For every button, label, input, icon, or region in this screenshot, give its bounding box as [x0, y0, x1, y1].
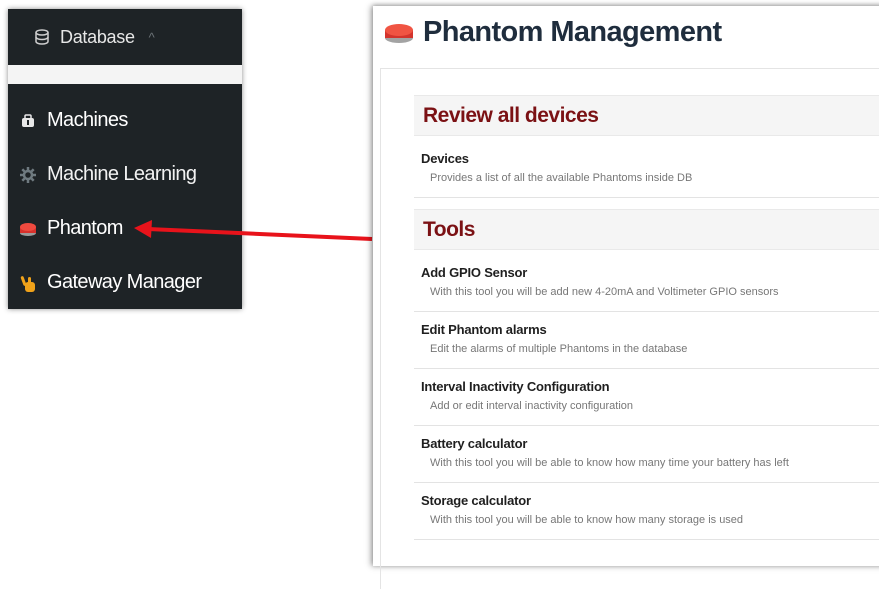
database-icon [35, 29, 49, 45]
tool-storage-calculator[interactable]: Storage calculator With this tool you wi… [421, 493, 879, 526]
red-button-icon [385, 23, 413, 43]
sidebar-database-toggle[interactable]: Database ^ [8, 9, 242, 65]
tool-interval-inactivity-configuration[interactable]: Interval Inactivity Configuration Add or… [421, 379, 879, 412]
tool-devices[interactable]: Devices Provides a list of all the avail… [421, 151, 879, 184]
tool-title[interactable]: Interval Inactivity Configuration [421, 379, 879, 394]
sidebar-divider [8, 65, 242, 84]
tool-description: With this tool you will be add new 4-20m… [430, 286, 779, 298]
divider [414, 197, 879, 198]
chevron-up-icon: ^ [148, 29, 155, 45]
machines-icon [18, 111, 38, 131]
sidebar-item-label: Machines [47, 109, 128, 131]
page-title-text: Phantom Management [423, 16, 722, 48]
sidebar-item-machines[interactable]: Machines [18, 109, 128, 132]
sidebar-item-phantom[interactable]: Phantom [18, 217, 123, 240]
tool-description: Edit the alarms of multiple Phantoms in … [430, 343, 688, 355]
section-review-devices: Review all devices [414, 95, 879, 136]
tool-title[interactable]: Battery calculator [421, 436, 879, 451]
sidebar-database-label: Database [60, 26, 135, 47]
tool-title[interactable]: Devices [421, 151, 879, 166]
red-button-icon [18, 219, 38, 239]
tool-description: Add or edit interval inactivity configur… [430, 400, 633, 412]
divider [414, 425, 879, 426]
page-title: Phantom Management [383, 16, 722, 49]
divider [414, 539, 879, 540]
tool-description: With this tool you will be able to know … [430, 514, 744, 526]
hand-icon [18, 273, 38, 293]
sidebar-item-label: Phantom [47, 217, 123, 239]
tool-title[interactable]: Edit Phantom alarms [421, 322, 879, 337]
sidebar: Database ^ Machines Machine Learning Pha… [8, 9, 242, 309]
sidebar-item-gateway-manager[interactable]: Gateway Manager [18, 271, 202, 294]
tool-title[interactable]: Add GPIO Sensor [421, 265, 879, 280]
divider [414, 368, 879, 369]
tool-battery-calculator[interactable]: Battery calculator With this tool you wi… [421, 436, 879, 469]
section-heading: Tools [423, 217, 475, 241]
section-tools: Tools [414, 209, 879, 250]
tool-title[interactable]: Storage calculator [421, 493, 879, 508]
gear-icon [18, 165, 38, 185]
phantom-management-panel: Phantom Management Review all devices De… [373, 6, 879, 589]
section-heading: Review all devices [423, 103, 599, 127]
divider [414, 482, 879, 483]
tool-add-gpio-sensor[interactable]: Add GPIO Sensor With this tool you will … [421, 265, 879, 298]
sidebar-item-label: Gateway Manager [47, 271, 202, 293]
sidebar-item-label: Machine Learning [47, 163, 197, 185]
tools-container: Review all devices Devices Provides a li… [380, 68, 879, 589]
tool-edit-phantom-alarms[interactable]: Edit Phantom alarms Edit the alarms of m… [421, 322, 879, 355]
divider [414, 311, 879, 312]
sidebar-item-machine-learning[interactable]: Machine Learning [18, 163, 197, 186]
tool-description: With this tool you will be able to know … [430, 457, 789, 469]
tool-description: Provides a list of all the available Pha… [430, 172, 693, 184]
